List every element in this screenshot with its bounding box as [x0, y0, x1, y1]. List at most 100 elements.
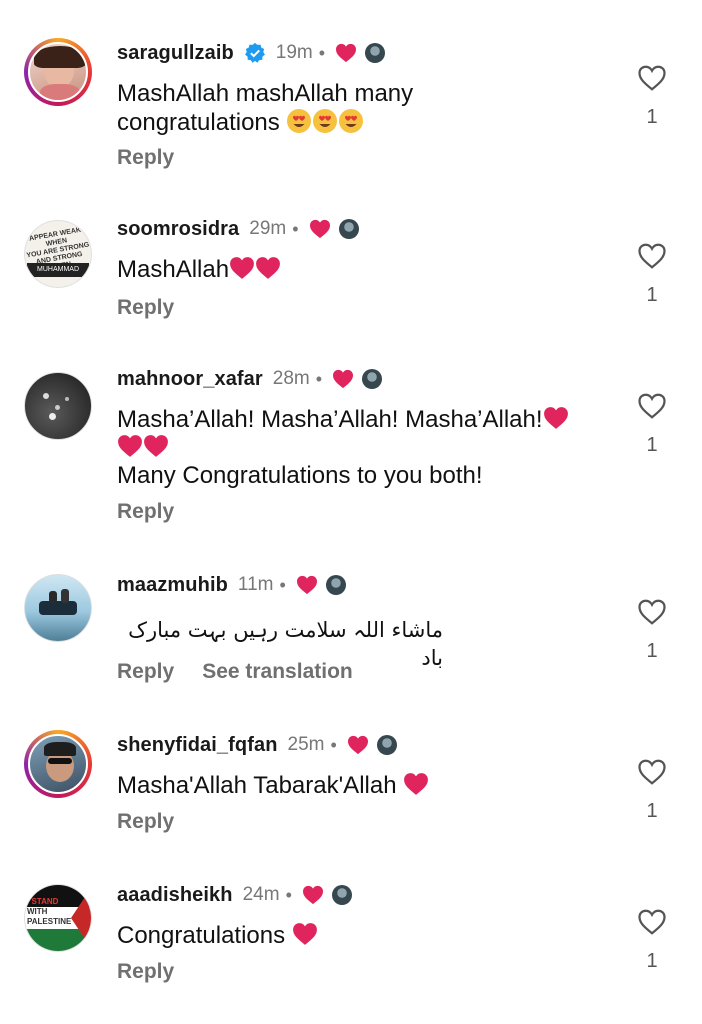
reply-button[interactable]: Reply: [117, 810, 174, 834]
red-heart-emoji-icon: [543, 406, 569, 430]
like-control: 1: [636, 242, 668, 307]
like-control: 1: [636, 64, 668, 129]
creator-avatar: [362, 369, 383, 389]
reply-button[interactable]: Reply: [117, 960, 174, 984]
like-heart-icon[interactable]: [637, 242, 667, 270]
like-count: 1: [646, 284, 658, 306]
like-count: 1: [646, 800, 658, 822]
like-control: 1: [636, 392, 668, 457]
avatar[interactable]: APPEAR WEAK WHEN YOU ARE STRONG AND STRO…: [24, 220, 92, 288]
creator-liked-heart-icon: [302, 885, 324, 905]
comment-text: Masha'Allah Tabarak'Allah: [117, 772, 617, 800]
red-heart-emoji-icon: [117, 434, 143, 458]
timestamp: 28m: [272, 368, 310, 389]
avatar-caption: WITH: [27, 907, 48, 916]
comment-header: mahnoor_xafar 28m •: [117, 364, 383, 394]
timestamp: 24m: [242, 884, 280, 905]
creator-liked-heart-icon: [309, 219, 331, 239]
avatar[interactable]: [24, 574, 92, 642]
comment-header: soomrosidra 29m •: [117, 214, 359, 244]
username[interactable]: soomrosidra: [117, 218, 239, 241]
timestamp: 29m: [249, 218, 287, 239]
comment-line: Masha'Allah Tabarak'Allah: [117, 772, 617, 800]
username[interactable]: saragullzaib: [117, 42, 234, 65]
separator-dot: •: [318, 42, 326, 63]
avatar[interactable]: [24, 372, 92, 440]
reply-row: Reply: [117, 810, 174, 834]
username[interactable]: maazmuhib: [117, 574, 228, 597]
comment-line: MashAllah mashAllah many: [117, 80, 414, 107]
avatar-caption: I STAND: [27, 897, 59, 906]
comment-header: maazmuhib 11m •: [117, 570, 346, 600]
creator-liked-heart-icon: [335, 43, 357, 63]
comment-header: aaadisheikh 24m •: [117, 880, 352, 910]
timestamp: 19m: [275, 42, 313, 63]
reply-row: Reply: [117, 296, 174, 320]
comment-header: shenyfidai_fqfan 25m •: [117, 730, 397, 760]
comment-line: congratulations: [117, 108, 617, 137]
username[interactable]: shenyfidai_fqfan: [117, 734, 278, 757]
avatar[interactable]: I STAND WITH PALESTINE: [24, 884, 92, 952]
heart-eyes-emoji-icon: [312, 108, 338, 134]
like-control: 1: [636, 598, 668, 663]
reply-button[interactable]: Reply: [117, 296, 174, 320]
reply-button[interactable]: Reply: [117, 146, 174, 170]
like-count: 1: [646, 434, 658, 456]
avatar[interactable]: [24, 38, 92, 106]
reply-row: Reply: [117, 500, 174, 524]
avatar-caption: PALESTINE: [27, 917, 72, 926]
comment-text: MashAllah: [117, 256, 617, 284]
comment-text: Masha’Allah! Masha’Allah! Masha’Allah! M…: [117, 406, 617, 490]
like-control: 1: [636, 758, 668, 823]
timestamp: 11m: [237, 574, 274, 595]
separator-dot: •: [292, 218, 299, 239]
creator-liked-heart-icon: [296, 575, 318, 595]
comment-line: Congratulations: [117, 922, 617, 950]
reply-row: Reply: [117, 960, 174, 984]
red-heart-emoji-icon: [292, 922, 318, 946]
reply-row: Reply See translation: [117, 660, 353, 684]
like-control: 1: [636, 908, 668, 973]
reply-row: Reply: [117, 146, 174, 170]
comment-line: Many Congratulations to you both!: [117, 462, 483, 489]
see-translation-button[interactable]: See translation: [202, 660, 353, 684]
red-heart-emoji-icon: [143, 434, 169, 458]
avatar-caption: MUHAMMAD: [27, 263, 89, 277]
username[interactable]: mahnoor_xafar: [117, 368, 263, 391]
creator-avatar: [376, 735, 397, 755]
comment-header: saragullzaib 19m •: [117, 38, 386, 68]
reply-button[interactable]: Reply: [117, 660, 174, 684]
creator-avatar: [325, 575, 346, 595]
like-count: 1: [646, 640, 658, 662]
like-heart-icon[interactable]: [637, 598, 667, 626]
creator-avatar: [338, 219, 359, 239]
red-heart-emoji-icon: [403, 772, 429, 796]
timestamp: 25m: [287, 734, 325, 755]
creator-avatar: [365, 43, 386, 63]
username[interactable]: aaadisheikh: [117, 884, 233, 907]
verified-badge-icon: [244, 42, 265, 63]
separator-dot: •: [285, 884, 292, 905]
heart-eyes-emoji-icon: [338, 108, 364, 134]
like-count: 1: [646, 950, 658, 972]
creator-liked-heart-icon: [347, 735, 369, 755]
reply-button[interactable]: Reply: [117, 500, 174, 524]
comment-line: [117, 434, 617, 462]
comment-text: MashAllah mashAllah many congratulations: [117, 80, 617, 137]
creator-avatar: [331, 885, 352, 905]
comment-line: MashAllah: [117, 256, 617, 284]
like-count: 1: [646, 106, 658, 128]
separator-dot: •: [315, 368, 323, 389]
separator-dot: •: [279, 574, 286, 595]
like-heart-icon[interactable]: [637, 392, 667, 420]
avatar[interactable]: [24, 730, 92, 798]
separator-dot: •: [330, 734, 337, 755]
like-heart-icon[interactable]: [637, 64, 667, 92]
like-heart-icon[interactable]: [637, 758, 667, 786]
red-heart-emoji-icon: [255, 256, 281, 280]
comment-text: Congratulations: [117, 922, 617, 950]
red-heart-emoji-icon: [229, 256, 255, 280]
like-heart-icon[interactable]: [637, 908, 667, 936]
creator-liked-heart-icon: [332, 369, 354, 389]
comment-line: Masha’Allah! Masha’Allah! Masha’Allah!: [117, 406, 617, 434]
